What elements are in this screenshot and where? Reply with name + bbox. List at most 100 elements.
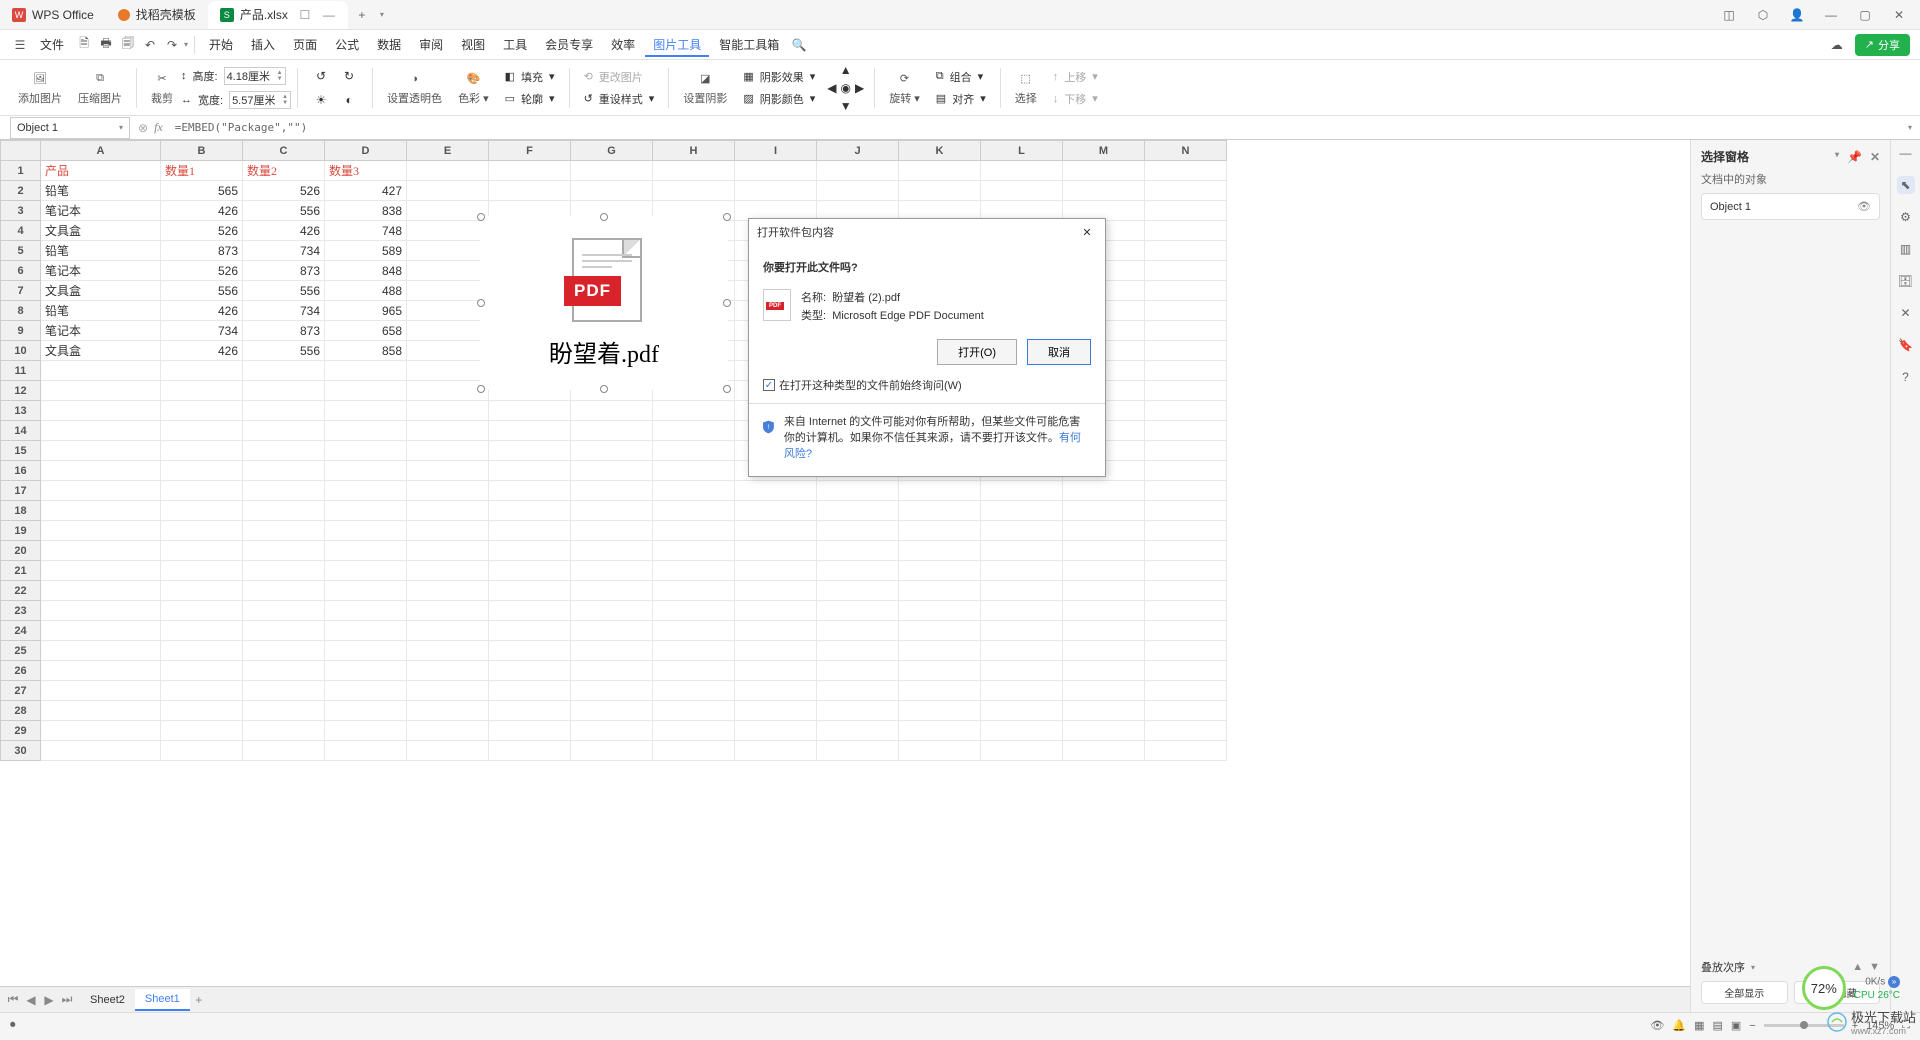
- cell[interactable]: [325, 501, 407, 521]
- cell[interactable]: [407, 441, 489, 461]
- undo-icon[interactable]: ↶: [140, 35, 160, 55]
- column-header[interactable]: L: [981, 141, 1063, 161]
- menu-page[interactable]: 页面: [285, 32, 325, 57]
- cell[interactable]: [407, 341, 489, 361]
- cell[interactable]: [981, 741, 1063, 761]
- rotate-left-icon[interactable]: ↺: [312, 67, 330, 85]
- row-header[interactable]: 16: [1, 461, 41, 481]
- cell[interactable]: [735, 681, 817, 701]
- cell[interactable]: [41, 441, 161, 461]
- cell[interactable]: [899, 161, 981, 181]
- cell[interactable]: 铅笔: [41, 181, 161, 201]
- cell[interactable]: [41, 401, 161, 421]
- cell[interactable]: [161, 481, 243, 501]
- cell[interactable]: [489, 721, 571, 741]
- cell[interactable]: [653, 421, 735, 441]
- cell[interactable]: [489, 581, 571, 601]
- cell[interactable]: 556: [243, 341, 325, 361]
- cell[interactable]: [1145, 361, 1227, 381]
- cell[interactable]: [571, 401, 653, 421]
- cell[interactable]: [243, 581, 325, 601]
- cell[interactable]: [1145, 261, 1227, 281]
- cell[interactable]: 笔记本: [41, 201, 161, 221]
- cell[interactable]: [981, 661, 1063, 681]
- cell[interactable]: [981, 501, 1063, 521]
- cell[interactable]: [407, 641, 489, 661]
- cell[interactable]: [735, 541, 817, 561]
- column-header[interactable]: G: [571, 141, 653, 161]
- cell[interactable]: [407, 421, 489, 441]
- cell[interactable]: [981, 721, 1063, 741]
- cell[interactable]: [899, 601, 981, 621]
- cell[interactable]: [489, 601, 571, 621]
- cell[interactable]: [817, 181, 899, 201]
- cell[interactable]: [243, 501, 325, 521]
- redo-icon[interactable]: ↷: [162, 35, 182, 55]
- cell[interactable]: [489, 701, 571, 721]
- cell[interactable]: [325, 601, 407, 621]
- row-header[interactable]: 26: [1, 661, 41, 681]
- menu-review[interactable]: 审阅: [411, 32, 451, 57]
- cell[interactable]: 488: [325, 281, 407, 301]
- help-icon[interactable]: ?: [1897, 368, 1915, 386]
- cell[interactable]: [41, 581, 161, 601]
- cell[interactable]: [489, 641, 571, 661]
- cell[interactable]: [243, 561, 325, 581]
- cell[interactable]: [571, 421, 653, 441]
- cell[interactable]: [243, 641, 325, 661]
- search-icon[interactable]: 🔍: [789, 35, 809, 55]
- cell[interactable]: [243, 521, 325, 541]
- cell[interactable]: [653, 521, 735, 541]
- contrast-icon[interactable]: ◐: [340, 91, 358, 109]
- last-sheet-icon[interactable]: ⏭: [58, 991, 76, 1009]
- dropdown-icon[interactable]: ▾: [1835, 150, 1839, 164]
- cell[interactable]: [735, 161, 817, 181]
- resize-handle[interactable]: [477, 213, 485, 221]
- cell[interactable]: [325, 721, 407, 741]
- cell[interactable]: [1145, 641, 1227, 661]
- cell[interactable]: [571, 481, 653, 501]
- add-sheet-icon[interactable]: +: [190, 991, 208, 1009]
- cell[interactable]: [243, 361, 325, 381]
- cell[interactable]: 873: [243, 261, 325, 281]
- resize-handle[interactable]: [477, 385, 485, 393]
- cell[interactable]: [41, 541, 161, 561]
- row-header[interactable]: 21: [1, 561, 41, 581]
- cell[interactable]: [1145, 681, 1227, 701]
- stack-dropdown-icon[interactable]: ▾: [1751, 963, 1755, 972]
- tab-document[interactable]: S 产品.xlsx ☐ —: [208, 1, 348, 29]
- nudge-up-icon[interactable]: ▲: [840, 63, 852, 77]
- cell[interactable]: [1145, 421, 1227, 441]
- cell[interactable]: [981, 681, 1063, 701]
- outline-button[interactable]: ▭轮廓 ▾: [505, 89, 555, 109]
- cell[interactable]: 文具盒: [41, 281, 161, 301]
- row-header[interactable]: 1: [1, 161, 41, 181]
- cell[interactable]: [325, 521, 407, 541]
- cell[interactable]: [571, 701, 653, 721]
- menu-member[interactable]: 会员专享: [537, 32, 601, 57]
- cell[interactable]: [407, 221, 489, 241]
- cell[interactable]: [325, 361, 407, 381]
- column-header[interactable]: C: [243, 141, 325, 161]
- cell[interactable]: 848: [325, 261, 407, 281]
- cell[interactable]: [407, 461, 489, 481]
- cell[interactable]: [161, 641, 243, 661]
- cell[interactable]: [243, 681, 325, 701]
- layers-icon[interactable]: ▥: [1897, 240, 1915, 258]
- new-tab-button[interactable]: +: [348, 1, 376, 29]
- cell[interactable]: 数量1: [161, 161, 243, 181]
- cell[interactable]: [981, 621, 1063, 641]
- cell[interactable]: [407, 481, 489, 501]
- cell[interactable]: [41, 601, 161, 621]
- cell[interactable]: [41, 661, 161, 681]
- row-header[interactable]: 29: [1, 721, 41, 741]
- cell[interactable]: [1145, 341, 1227, 361]
- cell[interactable]: [981, 641, 1063, 661]
- cell[interactable]: [325, 701, 407, 721]
- cell[interactable]: 数量2: [243, 161, 325, 181]
- formula-input[interactable]: =EMBED("Package",""): [171, 121, 1900, 134]
- menu-picture-tools[interactable]: 图片工具: [645, 32, 709, 57]
- layout-icon[interactable]: ◫: [1716, 2, 1742, 28]
- cell[interactable]: [325, 581, 407, 601]
- cell[interactable]: [899, 701, 981, 721]
